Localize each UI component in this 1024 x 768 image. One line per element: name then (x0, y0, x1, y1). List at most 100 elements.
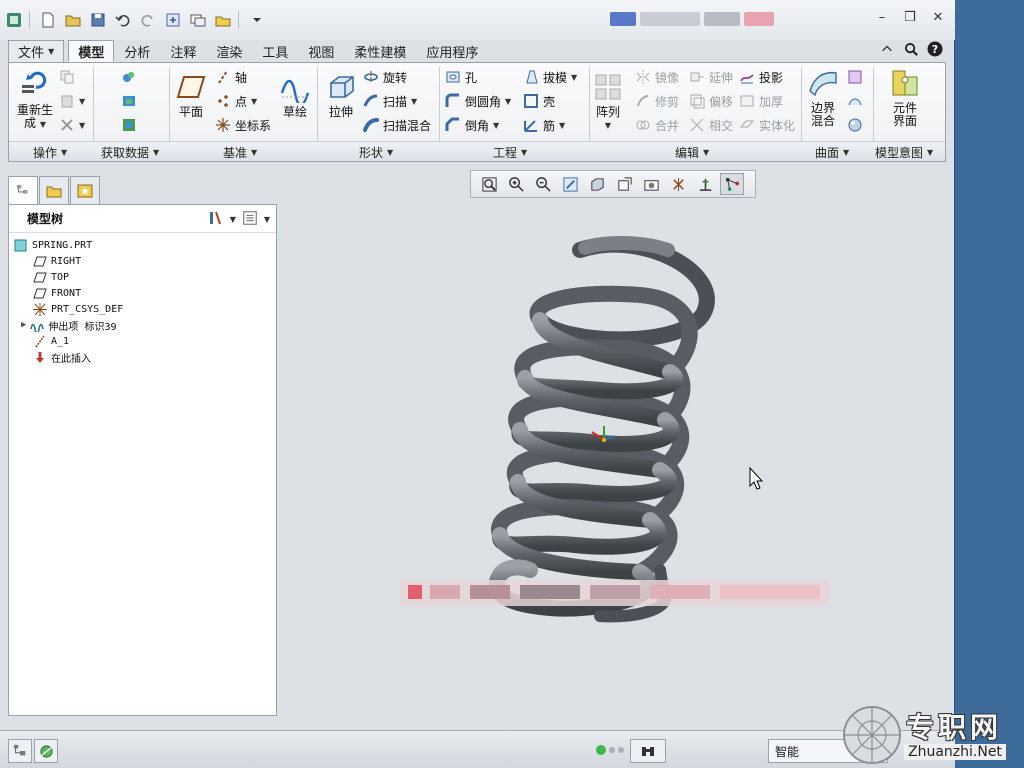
tab-applications[interactable]: 应用程序 (416, 40, 488, 62)
windows-icon[interactable] (187, 9, 209, 31)
datum-display-filters-icon[interactable] (666, 173, 690, 195)
new-icon[interactable] (37, 9, 59, 31)
show-browser-button[interactable] (34, 739, 58, 763)
tree-item-datum-plane[interactable]: FRONT (33, 285, 81, 301)
tree-settings-icon[interactable] (206, 209, 224, 230)
close-icon[interactable]: ✕ (931, 10, 945, 25)
view-manager-icon[interactable] (639, 173, 663, 195)
group-datum[interactable]: 基准 ▼ (223, 144, 257, 161)
tree-item-axis[interactable]: A_1 (33, 333, 69, 349)
undo-icon[interactable] (112, 9, 134, 31)
regenerate-icon[interactable] (162, 9, 184, 31)
thicken-button[interactable]: 加厚 (739, 91, 783, 111)
delete-button[interactable]: ▼ (59, 115, 85, 135)
show-navigator-button[interactable] (8, 739, 32, 763)
axis-button[interactable]: 轴 (215, 67, 247, 87)
get-data-button-1[interactable] (121, 67, 137, 87)
sweep-button[interactable]: 扫描 ▼ (363, 91, 417, 111)
csys-button[interactable]: 坐标系 (215, 115, 271, 135)
tree-item-csys[interactable]: PRT_CSYS_DEF (33, 301, 123, 317)
customize-icon[interactable] (246, 9, 268, 31)
redo-icon[interactable] (137, 9, 159, 31)
pattern-button[interactable]: 阵列 ▼ (593, 71, 623, 132)
search-icon[interactable] (902, 40, 920, 58)
tab-render[interactable]: 渲染 (206, 40, 252, 62)
help-icon[interactable]: ? (926, 40, 944, 58)
group-get-data[interactable]: 获取数据 ▼ (101, 144, 159, 161)
component-interface-button[interactable]: 元件 界面 (883, 67, 927, 128)
copy-button[interactable] (59, 67, 75, 87)
tree-item-insert-here[interactable]: 在此插入 (33, 349, 91, 365)
zoom-in-icon[interactable] (504, 173, 528, 195)
tree-item-protrusion[interactable]: ▶ 伸出项 标识39 (21, 317, 116, 333)
tree-item-datum-plane[interactable]: TOP (33, 269, 69, 285)
fill-button[interactable] (847, 67, 863, 87)
tab-annotate[interactable]: 注释 (160, 40, 206, 62)
trim-button[interactable]: 修剪 (635, 91, 679, 111)
folder-browser-tab[interactable] (39, 176, 69, 204)
rib-icon (524, 120, 537, 132)
tree-item-datum-plane[interactable]: RIGHT (33, 253, 81, 269)
display-style-icon[interactable] (585, 173, 609, 195)
open-folder-icon[interactable] (212, 9, 234, 31)
plane-button[interactable]: 平面 (171, 71, 211, 119)
tab-view[interactable]: 视图 (298, 40, 344, 62)
minimize-icon[interactable]: – (875, 10, 889, 25)
tab-tools[interactable]: 工具 (252, 40, 298, 62)
round-button[interactable]: 倒圆角 ▼ (445, 91, 511, 111)
shell-button[interactable]: 壳 (523, 91, 555, 111)
mirror-button[interactable]: 镜像 (635, 67, 679, 87)
style-button[interactable] (847, 91, 863, 111)
favorites-tab[interactable] (70, 176, 100, 204)
tab-analysis[interactable]: 分析 (114, 40, 160, 62)
draft-button[interactable]: 拔模 ▼ (523, 67, 577, 87)
project-button[interactable]: 投影 (739, 67, 783, 87)
tab-file[interactable]: 文件 ▼ (8, 40, 65, 62)
intersect-button[interactable]: 相交 (689, 115, 733, 135)
group-model-intent[interactable]: 模型意图 ▼ (875, 144, 933, 161)
get-data-button-2[interactable] (121, 91, 137, 111)
group-operations[interactable]: 操作 ▼ (33, 144, 67, 161)
group-engineering[interactable]: 工程 ▼ (493, 144, 527, 161)
offset-button[interactable]: 偏移 (689, 91, 733, 111)
chamfer-button[interactable]: 倒角 ▼ (445, 115, 499, 135)
maximize-icon[interactable]: ❒ (903, 10, 917, 25)
sketch-button[interactable]: 草绘 (277, 71, 313, 119)
get-data-button-3[interactable] (121, 115, 137, 135)
tree-item-part[interactable]: SPRING.PRT (14, 237, 92, 253)
point-button[interactable]: 点 ▼ (215, 91, 257, 111)
merge-button[interactable]: 合并 (635, 115, 679, 135)
repaint-icon[interactable] (558, 173, 582, 195)
tab-flexible-modeling[interactable]: 柔性建模 (344, 40, 416, 62)
spring-model[interactable] (488, 236, 715, 623)
freestyle-button[interactable] (847, 115, 863, 135)
graphics-viewport[interactable] (280, 200, 950, 720)
paste-button[interactable]: ▼ (59, 91, 85, 111)
tab-model[interactable]: 模型 (68, 40, 115, 62)
group-shapes[interactable]: 形状 ▼ (359, 144, 393, 161)
extrude-button[interactable]: 拉伸 (321, 71, 361, 119)
extend-button[interactable]: 延伸 (689, 67, 733, 87)
regenerate-button[interactable]: 重新生 成 ▼ (13, 69, 57, 131)
solidify-button[interactable]: 实体化 (739, 115, 795, 135)
swept-blend-button[interactable]: 扫描混合 (363, 115, 431, 135)
collapse-ribbon-icon[interactable] (878, 40, 896, 58)
show-options-icon[interactable] (242, 210, 258, 229)
annotation-display-icon[interactable] (693, 173, 717, 195)
save-icon[interactable] (87, 9, 109, 31)
refit-icon[interactable] (477, 173, 501, 195)
group-editing[interactable]: 编辑 ▼ (675, 144, 709, 161)
boundary-blend-button[interactable]: 边界 混合 (805, 67, 841, 128)
hole-button[interactable]: 孔 (445, 67, 477, 87)
expand-icon[interactable]: ▶ (21, 320, 26, 330)
saved-orientations-icon[interactable] (612, 173, 636, 195)
spin-center-icon[interactable] (720, 173, 744, 195)
rib-button[interactable]: 筋 ▼ (523, 115, 565, 135)
open-icon[interactable] (62, 9, 84, 31)
model-tree-tab[interactable] (8, 176, 38, 204)
find-button[interactable] (630, 739, 666, 763)
revolve-button[interactable]: 旋转 (363, 67, 407, 87)
group-surfaces[interactable]: 曲面 ▼ (815, 144, 849, 161)
app-icon[interactable] (3, 9, 25, 31)
zoom-out-icon[interactable] (531, 173, 555, 195)
